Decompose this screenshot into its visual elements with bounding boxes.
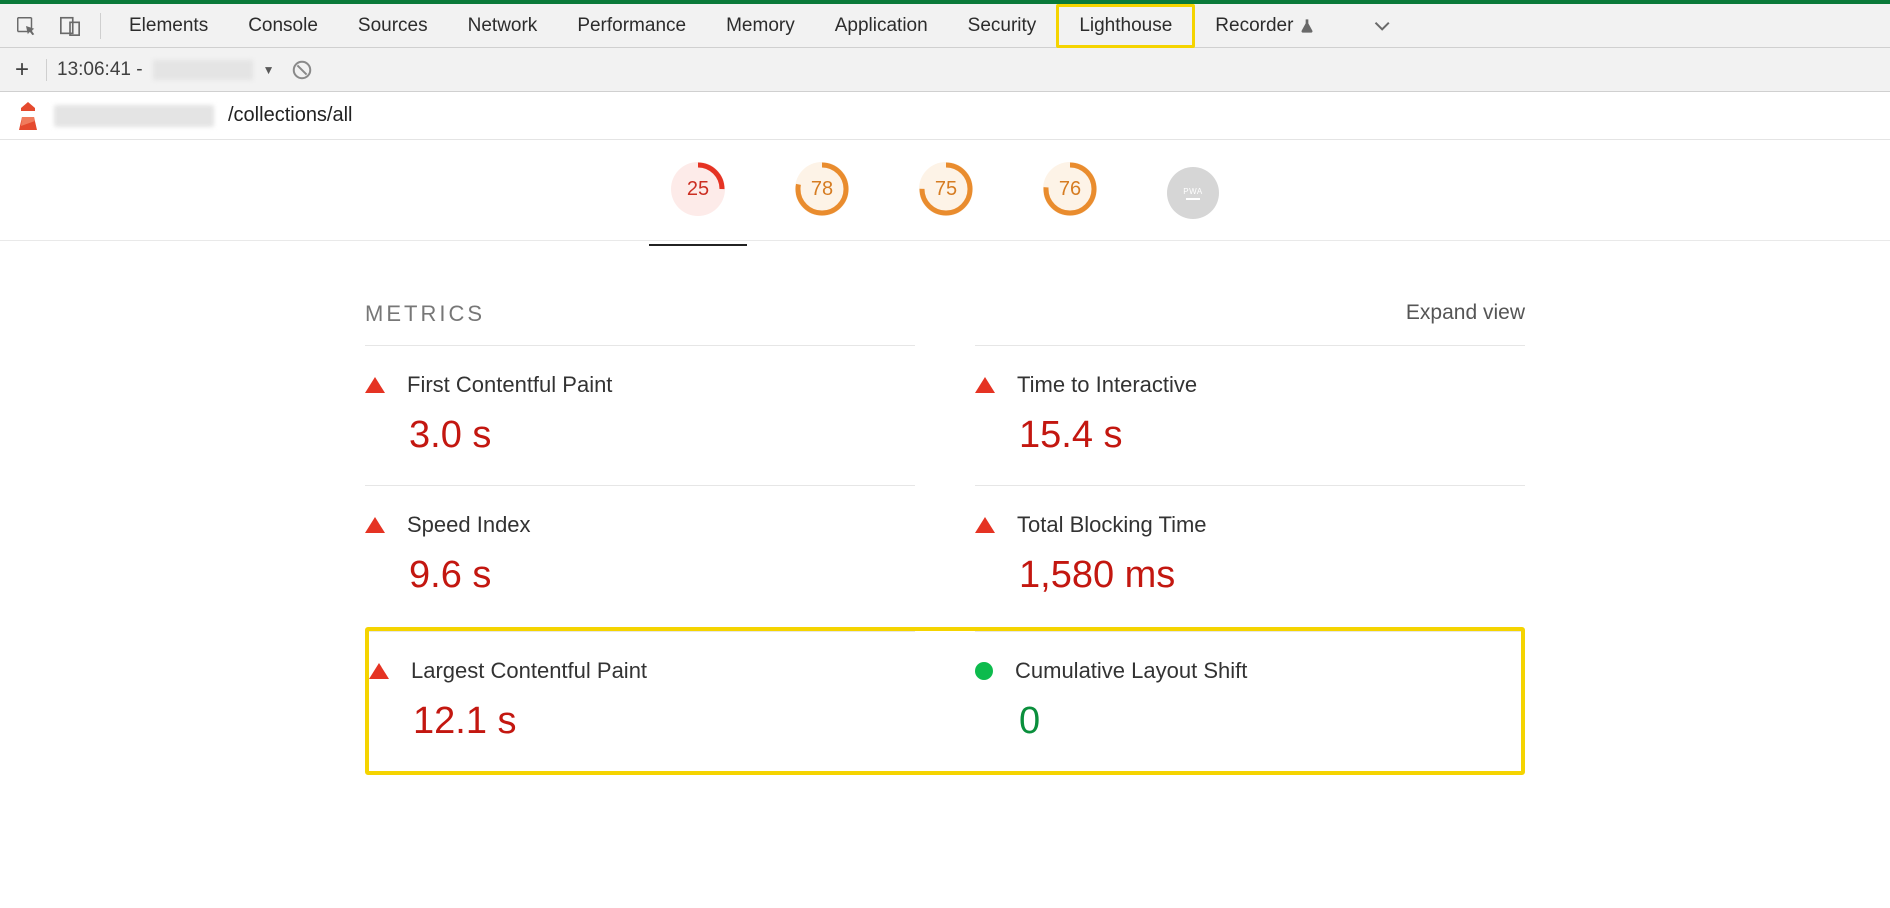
status-fail-icon: [369, 663, 389, 679]
metric-cls: Cumulative Layout Shift 0: [975, 631, 1521, 771]
metric-value: 0: [1019, 700, 1521, 743]
gauge-accessibility[interactable]: 78: [795, 162, 849, 216]
devtools-tab-strip: Elements Console Sources Network Perform…: [0, 4, 1890, 48]
metrics-section: METRICS Expand view First Contentful Pai…: [355, 301, 1535, 775]
metric-value: 9.6 s: [409, 554, 915, 597]
tab-memory[interactable]: Memory: [706, 4, 815, 48]
gauge-seo[interactable]: 76: [1043, 162, 1097, 216]
report-timestamp: 13:06:41 -: [57, 59, 143, 81]
tab-security[interactable]: Security: [948, 4, 1057, 48]
metric-name: Cumulative Layout Shift: [1015, 658, 1247, 684]
metric-value: 1,580 ms: [1019, 554, 1525, 597]
gauge-score: 75: [919, 162, 973, 216]
tab-elements[interactable]: Elements: [109, 4, 228, 48]
metric-name: Speed Index: [407, 512, 531, 538]
device-toolbar-icon[interactable]: [52, 8, 88, 44]
clear-reports-icon[interactable]: [290, 58, 314, 82]
gauge-score: 76: [1043, 162, 1097, 216]
inspect-element-icon[interactable]: [8, 8, 44, 44]
status-fail-icon: [365, 517, 385, 533]
expand-view-button[interactable]: Expand view: [1406, 301, 1525, 327]
tab-label: Console: [248, 15, 318, 37]
status-fail-icon: [975, 377, 995, 393]
metric-name: Largest Contentful Paint: [411, 658, 647, 684]
dropdown-caret-icon: ▼: [263, 63, 275, 77]
tab-application[interactable]: Application: [815, 4, 948, 48]
metric-name: Time to Interactive: [1017, 372, 1197, 398]
metric-lcp: Largest Contentful Paint 12.1 s: [369, 631, 915, 771]
metric-name: First Contentful Paint: [407, 372, 612, 398]
gauge-score: 78: [795, 162, 849, 216]
metric-tti: Time to Interactive 15.4 s: [975, 345, 1525, 485]
status-fail-icon: [365, 377, 385, 393]
tab-label: Performance: [577, 15, 686, 37]
report-origin-redacted: [54, 105, 214, 127]
tab-label: Network: [468, 15, 538, 37]
metric-value: 12.1 s: [413, 700, 915, 743]
tab-label: Sources: [358, 15, 428, 37]
tab-label: Recorder: [1215, 15, 1293, 37]
metric-value: 3.0 s: [409, 414, 915, 457]
report-url-redacted: [153, 60, 253, 80]
report-url-row: /collections/all: [0, 92, 1890, 140]
more-tabs-icon[interactable]: [1365, 8, 1401, 44]
tab-label: Application: [835, 15, 928, 37]
tab-console[interactable]: Console: [228, 4, 338, 48]
metric-tbt: Total Blocking Time 1,580 ms: [975, 485, 1525, 625]
tab-label: Lighthouse: [1079, 15, 1172, 37]
tab-network[interactable]: Network: [448, 4, 558, 48]
tab-recorder[interactable]: Recorder: [1195, 4, 1335, 48]
metric-name: Total Blocking Time: [1017, 512, 1207, 538]
lighthouse-toolbar: + 13:06:41 - ▼: [0, 48, 1890, 92]
tab-label: Memory: [726, 15, 795, 37]
gauge-score: 25: [671, 162, 725, 216]
pwa-label: PWA: [1183, 187, 1202, 196]
tab-label: Security: [968, 15, 1037, 37]
lighthouse-logo-icon: [16, 102, 40, 130]
status-pass-icon: [975, 662, 993, 680]
gauge-best-practices[interactable]: 75: [919, 162, 973, 216]
status-fail-icon: [975, 517, 995, 533]
gauge-performance[interactable]: 25: [671, 162, 725, 216]
gauge-pwa[interactable]: PWA: [1167, 167, 1219, 219]
category-gauges: 25 78 75 76 PWA: [0, 140, 1890, 241]
tab-label: Elements: [129, 15, 208, 37]
new-report-button[interactable]: +: [8, 56, 36, 84]
report-path: /collections/all: [228, 104, 353, 127]
metric-value: 15.4 s: [1019, 414, 1525, 457]
metric-speed-index: Speed Index 9.6 s: [365, 485, 915, 625]
tab-lighthouse[interactable]: Lighthouse: [1056, 4, 1195, 48]
highlighted-metrics-row: Largest Contentful Paint 12.1 s Cumulati…: [365, 627, 1525, 775]
tab-sources[interactable]: Sources: [338, 4, 448, 48]
tab-performance[interactable]: Performance: [557, 4, 706, 48]
metric-fcp: First Contentful Paint 3.0 s: [365, 345, 915, 485]
report-selector[interactable]: 13:06:41 - ▼: [57, 59, 274, 81]
metrics-title: METRICS: [365, 301, 485, 327]
flask-icon: [1299, 18, 1315, 34]
